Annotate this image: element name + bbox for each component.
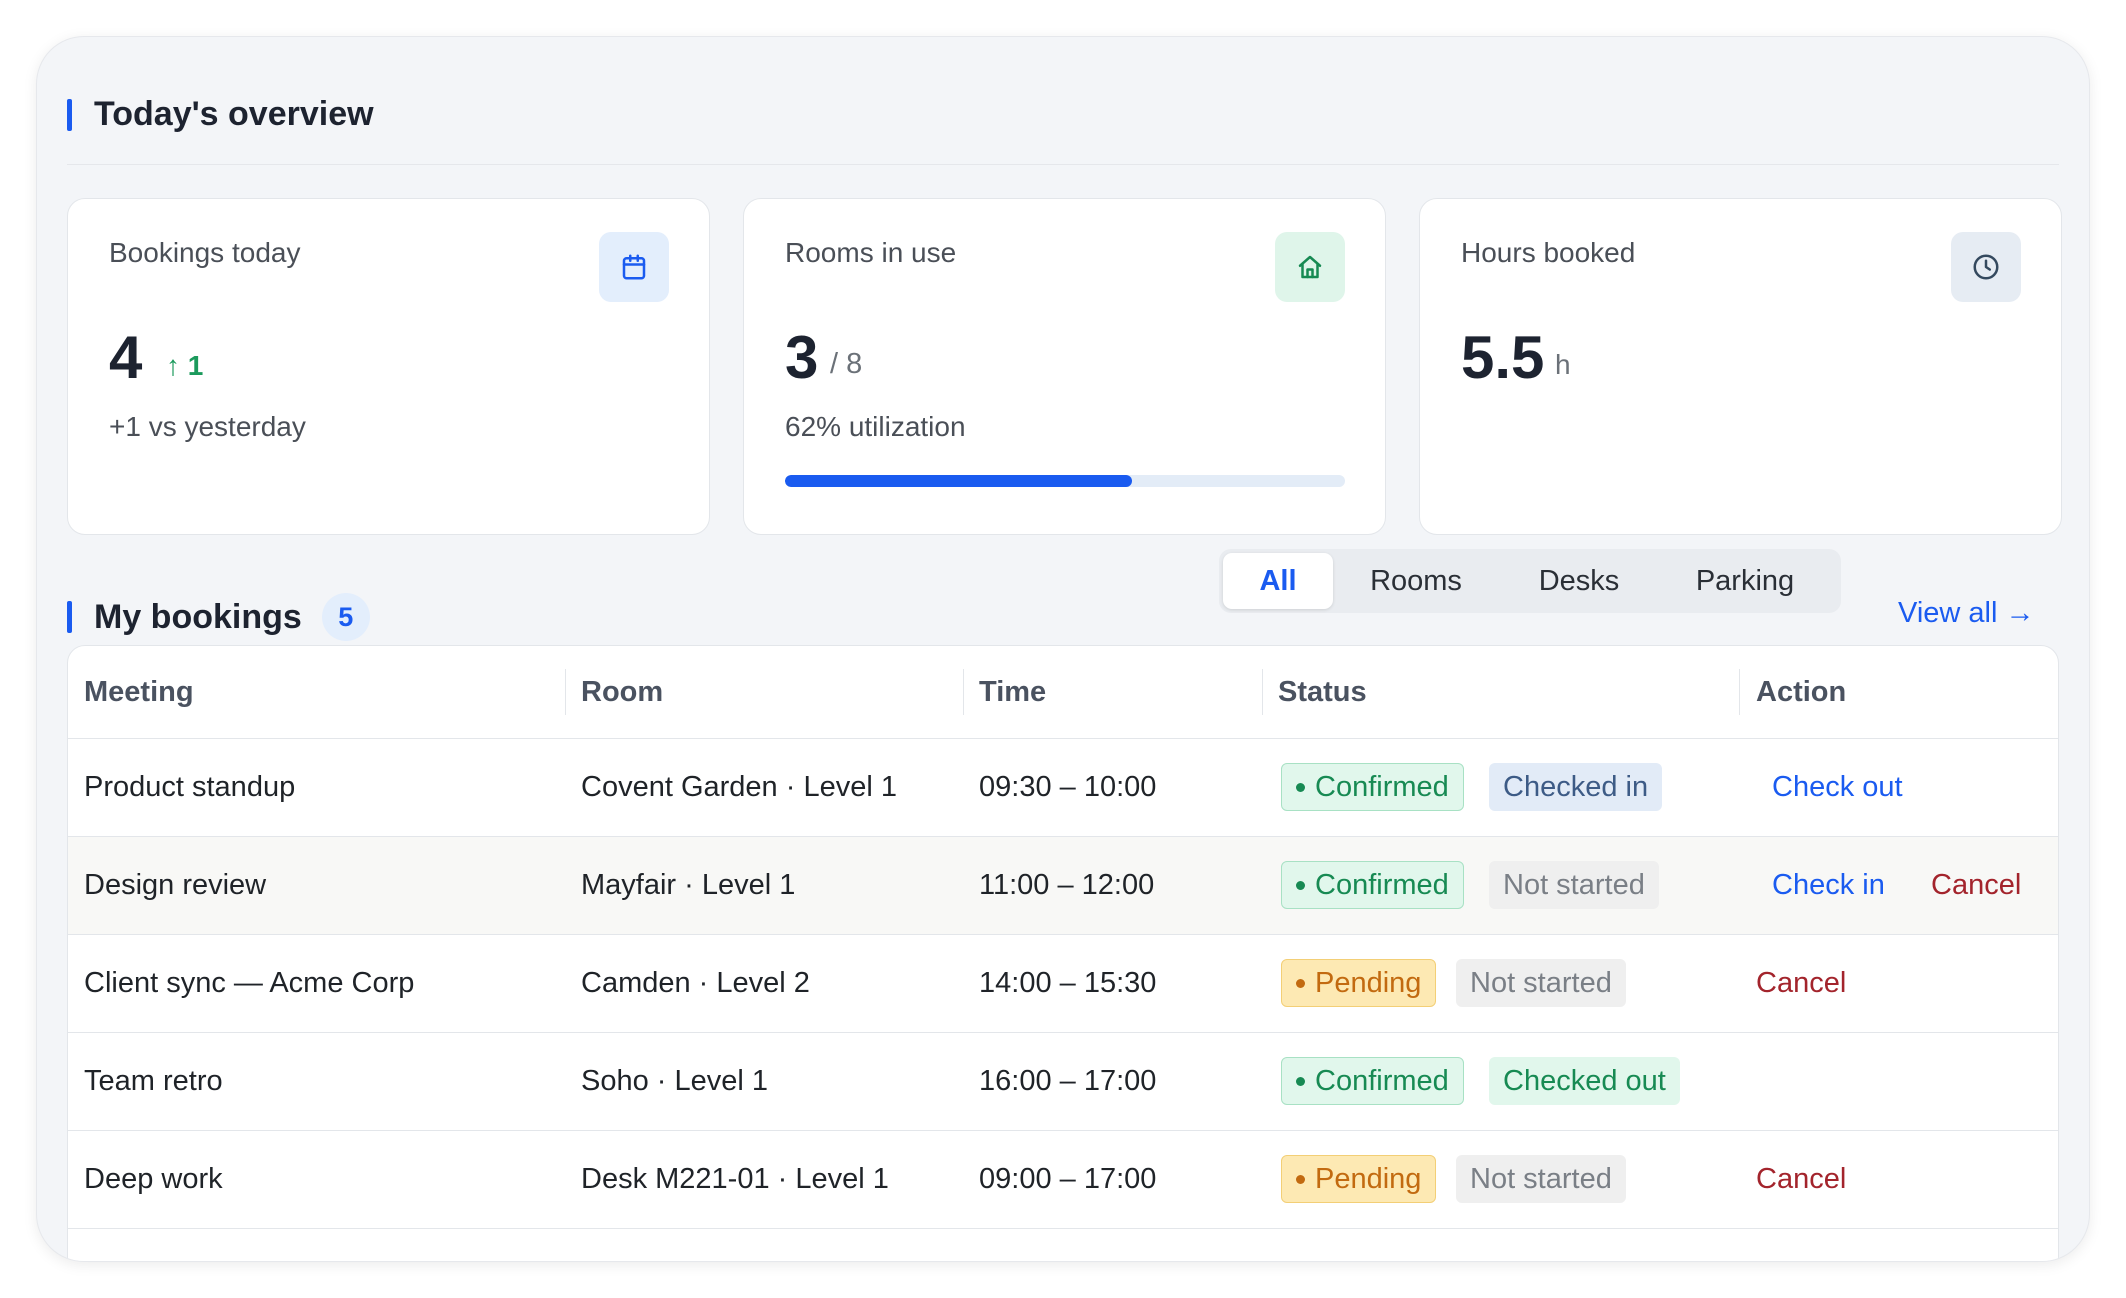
time-range: 11:00 – 12:00 [979, 869, 1155, 901]
card-subtext: 62% utilization [785, 411, 966, 442]
clock-icon [1951, 232, 2021, 302]
card-subtext: +1 vs yesterday [109, 411, 306, 442]
checkin-badge: Checked in [1489, 763, 1663, 811]
meeting-name: Product standup [84, 771, 296, 803]
meeting-name: Team retro [84, 1065, 223, 1097]
column-divider [565, 669, 566, 715]
column-divider [1262, 669, 1263, 715]
status-dot [1296, 978, 1305, 988]
status-dot [1296, 880, 1305, 890]
column-header-room: Room [581, 676, 664, 708]
bookings-count-badge: 5 [321, 593, 370, 641]
hours-booked-card: Hours booked 5.5 h [1419, 198, 2062, 535]
time-range: 16:00 – 17:00 [979, 1065, 1157, 1097]
overview-heading: Today's overview [67, 95, 374, 134]
checkin-badge: Not started [1456, 1155, 1626, 1203]
checkin-badge: Checked out [1489, 1057, 1680, 1105]
bookings-today-card: Bookings today 4 ↑ 1 +1 vs yesterday [67, 198, 710, 535]
card-value: 5.5 [1461, 324, 1545, 391]
column-header-meeting: Meeting [84, 676, 194, 708]
room-name: Covent Garden · Level 1 [581, 771, 897, 803]
rooms-in-use-card: Rooms in use 3 / 8 62% utilization [743, 198, 1386, 535]
bookings-title: My bookings [94, 597, 302, 636]
time-range: 09:00 – 17:00 [979, 1163, 1157, 1195]
bookings-heading: My bookings 5 [67, 593, 370, 641]
time-range: 14:00 – 15:30 [979, 967, 1157, 999]
check-out-button[interactable]: Check out [1772, 771, 1903, 804]
calendar-icon [599, 232, 669, 302]
table-row: Design review Mayfair · Level 1 11:00 – … [68, 837, 2058, 935]
status-badge: Confirmed [1281, 763, 1464, 811]
status-badge: Confirmed [1281, 861, 1464, 909]
column-header-time: Time [979, 676, 1047, 708]
booking-type-filter: All Rooms Desks Parking [1219, 549, 1841, 613]
meeting-name: Client sync — Acme Corp [84, 967, 415, 999]
status-badge: Confirmed [1281, 1057, 1464, 1105]
status-badge: Pending [1281, 959, 1437, 1007]
status-label: Confirmed [1315, 868, 1449, 901]
column-divider [963, 669, 964, 715]
table-row: Client sync — Acme Corp Camden · Level 2… [68, 935, 2058, 1033]
home-icon [1275, 232, 1345, 302]
card-unit: h [1555, 349, 1571, 380]
checkin-badge: Not started [1489, 861, 1659, 909]
card-label: Hours booked [1461, 237, 1636, 268]
heading-accent-bar [67, 601, 72, 633]
tab-parking[interactable]: Parking [1659, 553, 1831, 609]
status-badge: Pending [1281, 1155, 1437, 1203]
dashboard-panel: Today's overview Bookings today 4 ↑ 1 +1… [36, 36, 2090, 1262]
heading-accent-bar [67, 98, 72, 131]
table-row: Deep work Desk M221-01 · Level 1 09:00 –… [68, 1131, 2058, 1229]
status-dot [1296, 1076, 1305, 1086]
room-name: Desk M221-01 · Level 1 [581, 1163, 889, 1195]
status-label: Pending [1315, 1162, 1422, 1195]
column-divider [1739, 669, 1740, 715]
utilization-progress-fill [785, 475, 1133, 487]
overview-title: Today's overview [94, 95, 374, 133]
card-label: Rooms in use [785, 237, 957, 268]
card-unit: / 8 [830, 348, 863, 380]
column-header-action: Action [1756, 676, 1847, 708]
room-name: Mayfair · Level 1 [581, 869, 796, 901]
status-dot [1296, 1174, 1305, 1184]
tab-desks[interactable]: Desks [1499, 553, 1659, 609]
table-row: Product standup Covent Garden · Level 1 … [68, 739, 2058, 837]
status-label: Confirmed [1315, 1064, 1449, 1097]
time-range: 09:30 – 10:00 [979, 771, 1157, 803]
tab-all[interactable]: All [1223, 553, 1333, 609]
tab-rooms[interactable]: Rooms [1333, 553, 1499, 609]
view-all-link[interactable]: View all → [1898, 597, 2034, 630]
card-value: 3 [785, 324, 819, 391]
checkin-badge: Not started [1456, 959, 1626, 1007]
card-value: 4 [109, 324, 143, 391]
cancel-button[interactable]: Cancel [1931, 869, 2021, 902]
utilization-progress [785, 475, 1345, 487]
table-row: Team retro Soho · Level 1 16:00 – 17:00 … [68, 1033, 2058, 1131]
stat-cards: Bookings today 4 ↑ 1 +1 vs yesterday Roo… [67, 162, 2062, 536]
column-header-status: Status [1278, 676, 1367, 708]
status-dot [1296, 782, 1305, 792]
room-name: Camden · Level 2 [581, 967, 810, 999]
check-in-button[interactable]: Check in [1772, 869, 1885, 902]
meeting-name: Deep work [84, 1163, 223, 1195]
cancel-button[interactable]: Cancel [1756, 967, 1846, 1000]
status-label: Confirmed [1315, 770, 1449, 803]
table-header: Meeting Room Time Status Action [68, 646, 2058, 739]
bookings-table: Meeting Room Time Status Action Product … [67, 645, 2059, 1261]
meeting-name: Design review [84, 869, 267, 901]
status-label: Pending [1315, 966, 1422, 999]
card-label: Bookings today [109, 237, 301, 268]
cancel-button[interactable]: Cancel [1756, 1163, 1846, 1196]
trend-indicator: ↑ 1 [166, 350, 204, 381]
room-name: Soho · Level 1 [581, 1065, 769, 1097]
